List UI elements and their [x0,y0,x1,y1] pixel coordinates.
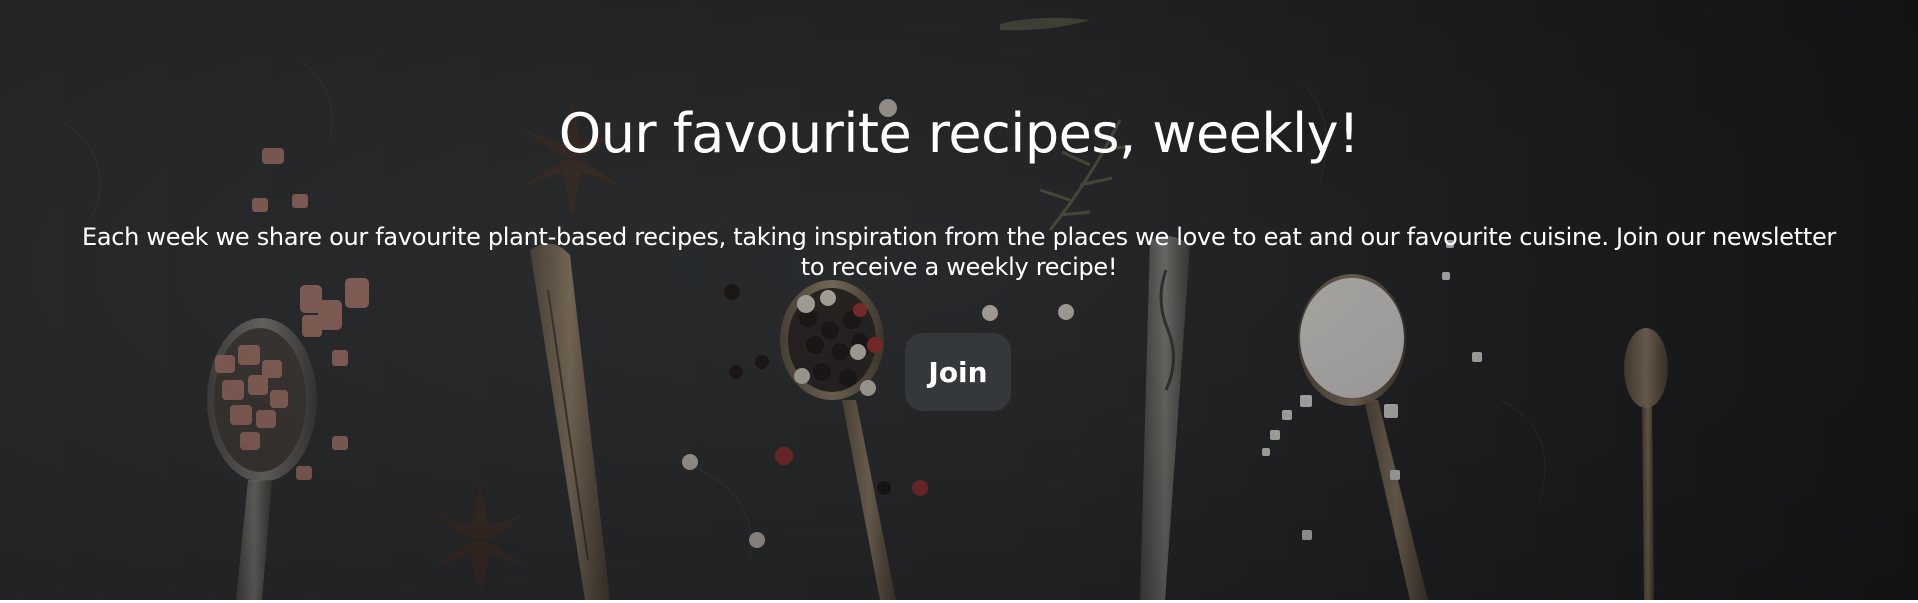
hero-title: Our favourite recipes, weekly! [558,102,1360,165]
hero-section: Our favourite recipes, weekly! Each week… [0,0,1918,600]
join-button[interactable]: Join [905,333,1011,411]
hero-subtitle: Each week we share our favourite plant-b… [82,223,1836,281]
hero-content: Our favourite recipes, weekly! Each week… [0,0,1918,600]
